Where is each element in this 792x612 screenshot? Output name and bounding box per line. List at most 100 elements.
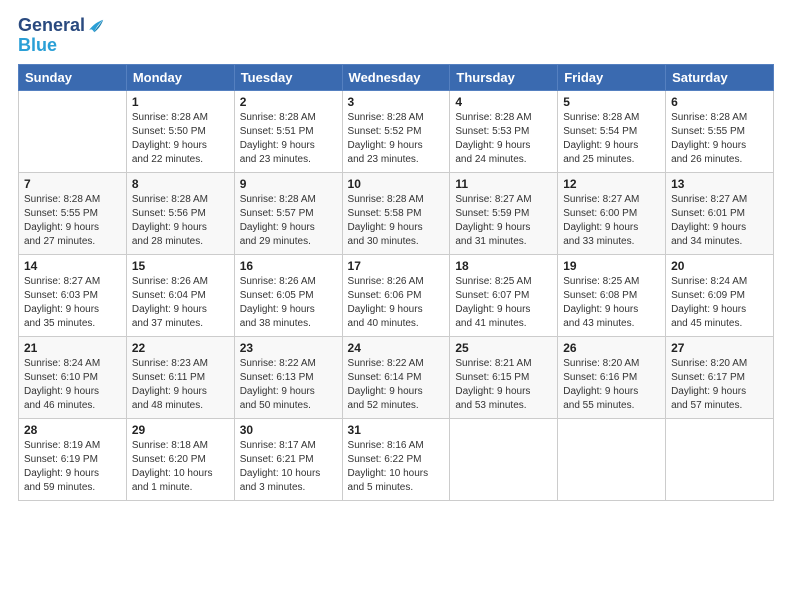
calendar-cell: 23 Sunrise: 8:22 AMSunset: 6:13 PMDayligh… xyxy=(234,336,342,418)
calendar-cell xyxy=(19,90,127,172)
day-number: 26 xyxy=(563,341,660,355)
day-number: 5 xyxy=(563,95,660,109)
col-header-tuesday: Tuesday xyxy=(234,64,342,90)
calendar-week-5: 28 Sunrise: 8:19 AMSunset: 6:19 PMDayligh… xyxy=(19,418,774,500)
calendar-cell: 17 Sunrise: 8:26 AMSunset: 6:06 PMDayligh… xyxy=(342,254,450,336)
day-number: 13 xyxy=(671,177,768,191)
day-number: 25 xyxy=(455,341,552,355)
day-info: Sunrise: 8:28 AMSunset: 5:57 PMDaylight:… xyxy=(240,193,337,249)
calendar-cell: 5 Sunrise: 8:28 AMSunset: 5:54 PMDaylight… xyxy=(558,90,666,172)
logo: General Blue xyxy=(18,16,105,56)
day-number: 30 xyxy=(240,423,337,437)
day-number: 8 xyxy=(132,177,229,191)
day-number: 28 xyxy=(24,423,121,437)
day-number: 22 xyxy=(132,341,229,355)
calendar-cell: 8 Sunrise: 8:28 AMSunset: 5:56 PMDaylight… xyxy=(126,172,234,254)
day-info: Sunrise: 8:26 AMSunset: 6:06 PMDaylight:… xyxy=(348,275,445,331)
calendar-header-row: SundayMondayTuesdayWednesdayThursdayFrid… xyxy=(19,64,774,90)
calendar-cell: 30 Sunrise: 8:17 AMSunset: 6:21 PMDayligh… xyxy=(234,418,342,500)
calendar-cell: 11 Sunrise: 8:27 AMSunset: 5:59 PMDayligh… xyxy=(450,172,558,254)
calendar-cell: 6Sunrise: 8:28 AMSunset: 5:55 PMDaylight… xyxy=(666,90,774,172)
day-info: Sunrise: 8:28 AMSunset: 5:55 PMDaylight:… xyxy=(24,193,121,249)
day-number: 16 xyxy=(240,259,337,273)
calendar-cell: 10Sunrise: 8:28 AMSunset: 5:58 PMDayligh… xyxy=(342,172,450,254)
header: General Blue xyxy=(18,16,774,56)
day-number: 2 xyxy=(240,95,337,109)
day-info: Sunrise: 8:20 AMSunset: 6:16 PMDaylight:… xyxy=(563,357,660,413)
day-info: Sunrise: 8:24 AMSunset: 6:10 PMDaylight:… xyxy=(24,357,121,413)
day-number: 15 xyxy=(132,259,229,273)
day-info: Sunrise: 8:18 AMSunset: 6:20 PMDaylight:… xyxy=(132,439,229,495)
calendar-cell: 27 Sunrise: 8:20 AMSunset: 6:17 PMDayligh… xyxy=(666,336,774,418)
day-info: Sunrise: 8:28 AMSunset: 5:52 PMDaylight:… xyxy=(348,111,445,167)
calendar-cell: 3 Sunrise: 8:28 AMSunset: 5:52 PMDaylight… xyxy=(342,90,450,172)
calendar-cell: 16 Sunrise: 8:26 AMSunset: 6:05 PMDayligh… xyxy=(234,254,342,336)
day-number: 3 xyxy=(348,95,445,109)
calendar-cell xyxy=(666,418,774,500)
day-info: Sunrise: 8:28 AMSunset: 5:55 PMDaylight:… xyxy=(671,111,768,167)
day-info: Sunrise: 8:27 AMSunset: 6:03 PMDaylight:… xyxy=(24,275,121,331)
calendar-cell: 14 Sunrise: 8:27 AMSunset: 6:03 PMDayligh… xyxy=(19,254,127,336)
day-number: 24 xyxy=(348,341,445,355)
logo-bird-icon xyxy=(87,17,105,35)
calendar-cell: 9 Sunrise: 8:28 AMSunset: 5:57 PMDaylight… xyxy=(234,172,342,254)
day-number: 29 xyxy=(132,423,229,437)
day-info: Sunrise: 8:25 AMSunset: 6:08 PMDaylight:… xyxy=(563,275,660,331)
day-info: Sunrise: 8:28 AMSunset: 5:58 PMDaylight:… xyxy=(348,193,445,249)
calendar-week-2: 7 Sunrise: 8:28 AMSunset: 5:55 PMDaylight… xyxy=(19,172,774,254)
calendar-cell: 31 Sunrise: 8:16 AMSunset: 6:22 PMDayligh… xyxy=(342,418,450,500)
day-info: Sunrise: 8:21 AMSunset: 6:15 PMDaylight:… xyxy=(455,357,552,413)
col-header-friday: Friday xyxy=(558,64,666,90)
day-number: 14 xyxy=(24,259,121,273)
day-info: Sunrise: 8:28 AMSunset: 5:51 PMDaylight:… xyxy=(240,111,337,167)
calendar-cell: 29 Sunrise: 8:18 AMSunset: 6:20 PMDayligh… xyxy=(126,418,234,500)
day-number: 7 xyxy=(24,177,121,191)
calendar-cell: 22 Sunrise: 8:23 AMSunset: 6:11 PMDayligh… xyxy=(126,336,234,418)
col-header-wednesday: Wednesday xyxy=(342,64,450,90)
logo-text: General xyxy=(18,16,85,36)
calendar-cell xyxy=(450,418,558,500)
day-number: 20 xyxy=(671,259,768,273)
day-info: Sunrise: 8:17 AMSunset: 6:21 PMDaylight:… xyxy=(240,439,337,495)
calendar-cell: 28 Sunrise: 8:19 AMSunset: 6:19 PMDayligh… xyxy=(19,418,127,500)
calendar-cell: 19 Sunrise: 8:25 AMSunset: 6:08 PMDayligh… xyxy=(558,254,666,336)
day-info: Sunrise: 8:26 AMSunset: 6:05 PMDaylight:… xyxy=(240,275,337,331)
day-number: 12 xyxy=(563,177,660,191)
day-number: 11 xyxy=(455,177,552,191)
day-number: 27 xyxy=(671,341,768,355)
logo-blue: Blue xyxy=(18,35,57,55)
day-info: Sunrise: 8:28 AMSunset: 5:53 PMDaylight:… xyxy=(455,111,552,167)
day-info: Sunrise: 8:23 AMSunset: 6:11 PMDaylight:… xyxy=(132,357,229,413)
calendar-cell: 4Sunrise: 8:28 AMSunset: 5:53 PMDaylight… xyxy=(450,90,558,172)
day-info: Sunrise: 8:28 AMSunset: 5:50 PMDaylight:… xyxy=(132,111,229,167)
calendar-week-1: 1Sunrise: 8:28 AMSunset: 5:50 PMDaylight… xyxy=(19,90,774,172)
day-number: 31 xyxy=(348,423,445,437)
day-info: Sunrise: 8:19 AMSunset: 6:19 PMDaylight:… xyxy=(24,439,121,495)
calendar-cell: 21Sunrise: 8:24 AMSunset: 6:10 PMDayligh… xyxy=(19,336,127,418)
day-info: Sunrise: 8:27 AMSunset: 5:59 PMDaylight:… xyxy=(455,193,552,249)
calendar-week-4: 21Sunrise: 8:24 AMSunset: 6:10 PMDayligh… xyxy=(19,336,774,418)
col-header-monday: Monday xyxy=(126,64,234,90)
calendar-cell: 25 Sunrise: 8:21 AMSunset: 6:15 PMDayligh… xyxy=(450,336,558,418)
calendar-cell: 18Sunrise: 8:25 AMSunset: 6:07 PMDayligh… xyxy=(450,254,558,336)
day-info: Sunrise: 8:22 AMSunset: 6:13 PMDaylight:… xyxy=(240,357,337,413)
calendar-cell: 20Sunrise: 8:24 AMSunset: 6:09 PMDayligh… xyxy=(666,254,774,336)
day-info: Sunrise: 8:16 AMSunset: 6:22 PMDaylight:… xyxy=(348,439,445,495)
calendar-week-3: 14 Sunrise: 8:27 AMSunset: 6:03 PMDayligh… xyxy=(19,254,774,336)
day-info: Sunrise: 8:20 AMSunset: 6:17 PMDaylight:… xyxy=(671,357,768,413)
day-number: 17 xyxy=(348,259,445,273)
calendar-table: SundayMondayTuesdayWednesdayThursdayFrid… xyxy=(18,64,774,501)
calendar-cell xyxy=(558,418,666,500)
day-info: Sunrise: 8:28 AMSunset: 5:54 PMDaylight:… xyxy=(563,111,660,167)
calendar-cell: 12 Sunrise: 8:27 AMSunset: 6:00 PMDayligh… xyxy=(558,172,666,254)
day-info: Sunrise: 8:26 AMSunset: 6:04 PMDaylight:… xyxy=(132,275,229,331)
calendar-cell: 7 Sunrise: 8:28 AMSunset: 5:55 PMDaylight… xyxy=(19,172,127,254)
day-number: 23 xyxy=(240,341,337,355)
day-number: 18 xyxy=(455,259,552,273)
day-info: Sunrise: 8:28 AMSunset: 5:56 PMDaylight:… xyxy=(132,193,229,249)
day-number: 9 xyxy=(240,177,337,191)
day-number: 19 xyxy=(563,259,660,273)
calendar-cell: 24Sunrise: 8:22 AMSunset: 6:14 PMDayligh… xyxy=(342,336,450,418)
calendar-cell: 15 Sunrise: 8:26 AMSunset: 6:04 PMDayligh… xyxy=(126,254,234,336)
day-info: Sunrise: 8:27 AMSunset: 6:00 PMDaylight:… xyxy=(563,193,660,249)
